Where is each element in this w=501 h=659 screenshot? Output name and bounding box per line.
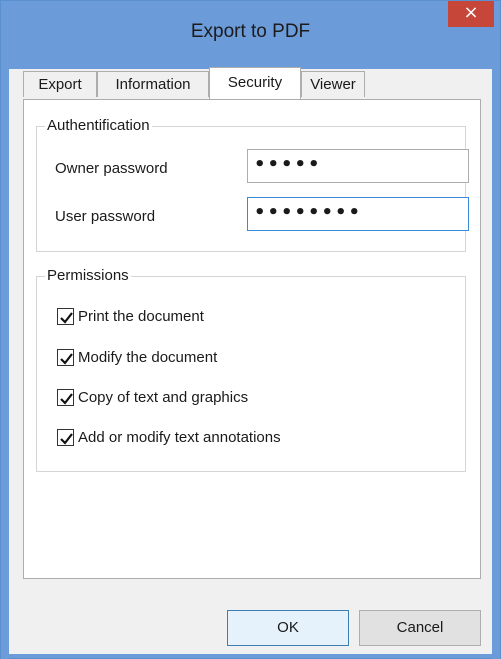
window-frame-right: [492, 69, 500, 659]
permission-copy-text-graphics[interactable]: Copy of text and graphics: [57, 388, 357, 408]
owner-password-label: Owner password: [55, 160, 168, 177]
user-password-label: User password: [55, 208, 156, 225]
user-password-field[interactable]: ••••••••: [247, 197, 469, 231]
dialog-client-area: Export Information Security Viewer Authe…: [9, 67, 492, 654]
authentication-group: Authentification Owner password ••••• Us…: [36, 117, 469, 252]
tab-information[interactable]: Information: [97, 71, 209, 97]
tab-label: Viewer: [310, 76, 356, 93]
modify-document-checkbox[interactable]: [57, 349, 74, 366]
checkmark-icon: [60, 433, 73, 445]
security-tab-panel: Authentification Owner password ••••• Us…: [23, 99, 481, 579]
close-button[interactable]: ×: [448, 1, 494, 27]
authentication-group-label: Authentification: [45, 117, 152, 135]
checkmark-icon: [60, 353, 73, 365]
tab-label: Export: [38, 76, 82, 93]
checkmark-icon: [60, 393, 73, 405]
export-to-pdf-dialog: Export to PDF × Export Information Secur…: [0, 0, 501, 659]
modify-document-label: Modify the document: [78, 349, 218, 366]
tab-label: Information: [115, 76, 191, 93]
copy-text-graphics-label: Copy of text and graphics: [78, 389, 249, 406]
owner-password-field[interactable]: •••••: [247, 149, 469, 183]
tab-label: Security: [227, 74, 283, 91]
text-annotations-label: Add or modify text annotations: [78, 429, 281, 446]
permission-print-document[interactable]: Print the document: [57, 307, 357, 327]
tab-export[interactable]: Export: [23, 71, 97, 97]
ok-button[interactable]: OK: [227, 610, 349, 646]
checkmark-icon: [60, 312, 73, 324]
print-document-label: Print the document: [78, 308, 204, 325]
cancel-button[interactable]: Cancel: [359, 610, 481, 646]
permission-modify-document[interactable]: Modify the document: [57, 348, 357, 368]
tab-security[interactable]: Security: [209, 67, 301, 99]
permission-text-annotations[interactable]: Add or modify text annotations: [57, 428, 377, 448]
close-icon: ×: [463, 2, 479, 23]
window-title: Export to PDF: [190, 21, 311, 42]
permissions-group-label: Permissions: [45, 267, 131, 285]
print-document-checkbox[interactable]: [57, 308, 74, 325]
permissions-group: Permissions Print the document Modify th…: [36, 267, 466, 472]
title-bar[interactable]: Export to PDF ×: [1, 1, 500, 69]
text-annotations-checkbox[interactable]: [57, 429, 74, 446]
copy-text-graphics-checkbox[interactable]: [57, 389, 74, 406]
window-frame-left: [1, 69, 9, 659]
tab-viewer[interactable]: Viewer: [301, 71, 365, 97]
